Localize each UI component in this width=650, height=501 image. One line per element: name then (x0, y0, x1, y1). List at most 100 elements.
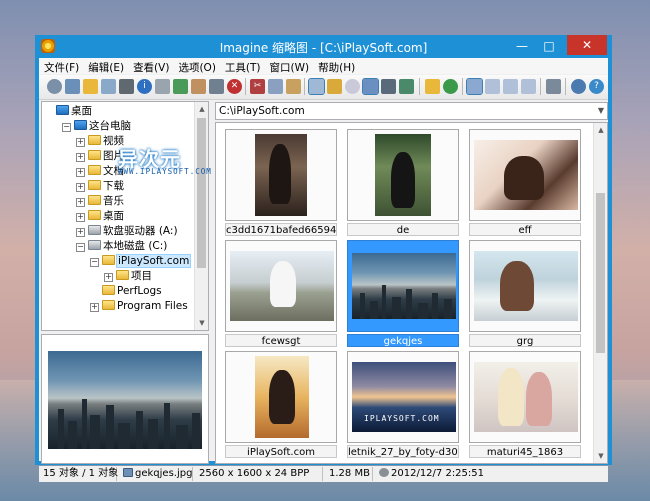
print-icon[interactable] (119, 79, 134, 94)
view-icon[interactable] (47, 79, 62, 94)
folder-tree[interactable]: 桌面 − 这台电脑 + 视频 + 图片 + 文档 + 下载 + 音乐 + 桌面 … (41, 101, 209, 331)
paste-icon[interactable] (286, 79, 301, 94)
expand-toggle[interactable]: + (76, 168, 85, 177)
expand-toggle[interactable]: + (76, 183, 85, 192)
scrollbar-thumb[interactable] (197, 118, 206, 268)
details-view-icon[interactable] (521, 79, 536, 94)
scroll-down-icon[interactable]: ▼ (195, 316, 208, 330)
tree-item-this-pc[interactable]: 这台电脑 (74, 119, 131, 134)
small-icons-icon[interactable] (485, 79, 500, 94)
tree-item-program-files[interactable]: Program Files (102, 299, 188, 314)
clock-icon (379, 468, 389, 477)
menu-tools[interactable]: 工具(T) (220, 58, 265, 75)
thumbnail-caption: iPlaySoft.com (225, 445, 337, 458)
expand-toggle[interactable]: + (90, 303, 99, 312)
new-folder-icon[interactable] (425, 79, 440, 94)
folder-icon (88, 210, 101, 220)
tree-item-floppy[interactable]: 软盘驱动器 (A:) (88, 224, 178, 239)
image-icon[interactable] (173, 79, 188, 94)
plugin-icon[interactable] (571, 79, 586, 94)
scroll-down-icon[interactable]: ▼ (594, 449, 607, 463)
scroll-up-icon[interactable]: ▲ (594, 123, 607, 137)
expand-toggle[interactable]: + (76, 153, 85, 162)
scroll-up-icon[interactable]: ▲ (195, 102, 208, 116)
menu-help[interactable]: 帮助(H) (313, 58, 359, 75)
sync-icon[interactable] (443, 79, 458, 94)
open-folder-icon[interactable] (83, 79, 98, 94)
close-button[interactable]: ✕ (567, 35, 607, 55)
delete-icon[interactable]: ✕ (227, 79, 242, 94)
tree-item-iplaysoft[interactable]: iPlaySoft.com (102, 254, 192, 269)
toolbar-separator (462, 78, 463, 95)
help-icon[interactable]: ? (589, 79, 604, 94)
thumbnail-frame[interactable] (347, 240, 459, 332)
desktop-icon (56, 105, 69, 115)
menu-view[interactable]: 查看(V) (128, 58, 173, 75)
maximize-button[interactable]: □ (538, 37, 560, 55)
menu-edit[interactable]: 编辑(E) (83, 58, 128, 75)
document-icon[interactable] (155, 79, 170, 94)
folder-view-icon[interactable] (327, 79, 342, 94)
preview-icon[interactable] (399, 79, 414, 94)
menu-file[interactable]: 文件(F) (39, 58, 83, 75)
floppy-drive-icon (88, 225, 101, 235)
thumbnail-caption: maturi45_1863 (469, 445, 581, 458)
folder-icon (88, 135, 101, 145)
tree-item-downloads[interactable]: 下载 (88, 179, 124, 194)
filter-icon[interactable] (362, 78, 379, 95)
thumbnail-frame[interactable] (469, 129, 581, 221)
thumbnail-frame[interactable]: IPLAYSOFT.COM (347, 351, 459, 443)
grid-scrollbar[interactable]: ▲ ▼ (593, 123, 607, 463)
tree-item-music[interactable]: 音乐 (88, 194, 124, 209)
menu-options[interactable]: 选项(O) (173, 58, 219, 75)
site-watermark-logo: 异次元 WWW.IPLAYSOFT.COM (118, 143, 248, 179)
tree-item-desktop-folder[interactable]: 桌面 (88, 209, 124, 224)
thumbnail-frame[interactable] (225, 351, 337, 443)
thumbnail-frame[interactable] (469, 351, 581, 443)
scrollbar-thumb[interactable] (596, 193, 605, 353)
collapse-toggle[interactable]: − (90, 258, 99, 267)
large-icons-icon[interactable] (466, 78, 483, 95)
thumbnail-grid[interactable]: c3dd1671bafed665945... de eff (215, 122, 608, 464)
file-icon[interactable] (65, 79, 80, 94)
info-icon[interactable]: i (137, 79, 152, 94)
title-bar[interactable]: Imagine 缩略图 - [C:\iPlaySoft.com] — □ ✕ (35, 35, 612, 58)
thumbnail-frame[interactable] (225, 240, 337, 332)
capture-icon[interactable] (209, 79, 224, 94)
expand-toggle[interactable]: + (76, 228, 85, 237)
tree-item-project[interactable]: 项目 (116, 269, 152, 284)
tree-scrollbar[interactable]: ▲ ▼ (194, 102, 208, 330)
tree-item-perflogs[interactable]: PerfLogs (102, 284, 162, 299)
expand-toggle[interactable]: + (76, 198, 85, 207)
thumbnail-image (474, 362, 578, 432)
menu-window[interactable]: 窗口(W) (265, 58, 314, 75)
toolbar-separator (245, 78, 246, 95)
slideshow-icon[interactable] (191, 79, 206, 94)
refresh-icon[interactable] (345, 79, 360, 94)
thumbnail-caption: gekqjes (347, 334, 459, 347)
thumbnail-image (255, 356, 309, 438)
expand-toggle[interactable]: + (76, 138, 85, 147)
filmstrip-icon[interactable] (381, 79, 396, 94)
thumbnail-frame[interactable] (469, 240, 581, 332)
save-icon[interactable] (101, 79, 116, 94)
copy-icon[interactable] (268, 79, 283, 94)
expand-toggle[interactable]: + (76, 213, 85, 222)
tree-item-desktop[interactable]: 桌面 (56, 104, 92, 119)
address-bar[interactable]: C:\iPlaySoft.com ▼ (215, 102, 608, 120)
thumbnail-view-icon[interactable] (308, 78, 325, 95)
tree-item-local-disk[interactable]: 本地磁盘 (C:) (88, 239, 167, 254)
chevron-down-icon[interactable]: ▼ (598, 103, 604, 119)
thumbnail-caption: de (347, 223, 459, 236)
folder-icon (88, 165, 101, 175)
watermark-en: WWW.IPLAYSOFT.COM (118, 167, 212, 176)
list-view-icon[interactable] (503, 79, 518, 94)
collapse-toggle[interactable]: − (76, 243, 85, 252)
minimize-button[interactable]: — (511, 37, 533, 55)
settings-icon[interactable] (546, 79, 561, 94)
collapse-toggle[interactable]: − (62, 123, 71, 132)
thumbnail-frame[interactable] (347, 129, 459, 221)
expand-toggle[interactable]: + (104, 273, 113, 282)
thumbnail-caption: grg (469, 334, 581, 347)
cut-icon[interactable]: ✂ (250, 79, 265, 94)
